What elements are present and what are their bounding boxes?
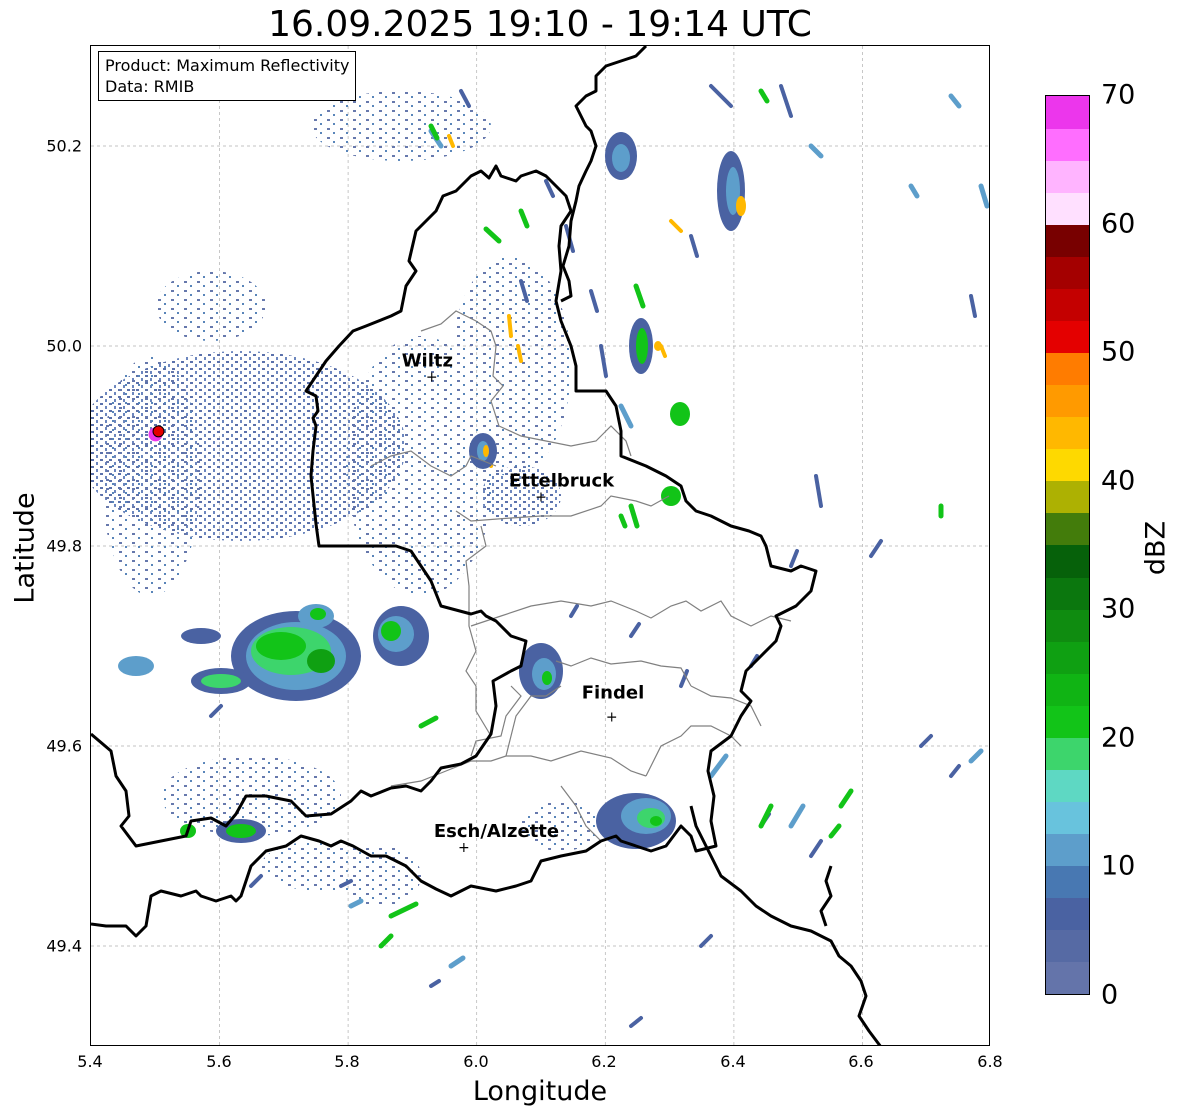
colorbar-swatch (1046, 256, 1089, 289)
colorbar-tick: 70 (1101, 79, 1136, 111)
colorbar-swatch (1046, 833, 1089, 867)
colorbar-swatch (1046, 160, 1089, 193)
city-label: Findel (582, 683, 645, 704)
y-tick: 49.8 (46, 536, 82, 556)
data-source-label: Data: RMIB (105, 77, 195, 96)
chart-title: 16.09.2025 19:10 - 19:14 UTC (268, 4, 812, 45)
x-tick: 5.4 (77, 1052, 103, 1071)
colorbar-swatch (1046, 320, 1089, 354)
colorbar-swatch (1046, 480, 1089, 514)
colorbar-swatch (1046, 961, 1089, 994)
gridlines (91, 46, 989, 1045)
colorbar-tick: 10 (1101, 850, 1136, 882)
colorbar-swatch (1046, 512, 1089, 546)
x-tick: 5.6 (206, 1052, 232, 1071)
colorbar-swatch (1046, 673, 1089, 706)
colorbar-swatch (1046, 737, 1089, 770)
colorbar-swatch (1046, 448, 1089, 482)
x-tick: 5.8 (334, 1052, 360, 1071)
colorbar-swatch (1046, 705, 1089, 738)
colorbar-tick: 30 (1101, 593, 1136, 625)
colorbar (1045, 95, 1090, 995)
colorbar-swatch (1046, 769, 1089, 803)
city-marker-icon: + (606, 710, 618, 726)
y-tick: 50.2 (46, 136, 82, 156)
colorbar-tick: 40 (1101, 465, 1136, 497)
colorbar-swatch (1046, 545, 1089, 578)
x-axis-label: Longitude (472, 1076, 608, 1107)
x-tick: 6.8 (977, 1052, 1003, 1071)
x-tick: 6.2 (591, 1052, 617, 1071)
colorbar-swatch (1046, 352, 1089, 386)
city-label: Esch/Alzette (434, 821, 559, 842)
colorbar-swatch (1046, 865, 1089, 899)
colorbar-swatch (1046, 288, 1089, 321)
colorbar-tick: 60 (1101, 208, 1136, 240)
colorbar-swatch (1046, 96, 1089, 129)
colorbar-label: dBZ (1140, 520, 1172, 576)
colorbar-swatch (1046, 577, 1089, 610)
city-label: Wiltz (402, 350, 453, 371)
x-tick: 6.6 (848, 1052, 874, 1071)
city-marker-icon: + (426, 369, 438, 385)
x-tick: 6.4 (720, 1052, 746, 1071)
y-tick: 50.0 (46, 336, 82, 356)
city-marker-icon: + (535, 489, 547, 505)
map-plot-area[interactable]: + Wiltz + Ettelbruck + Findel + Esch/Alzette (90, 45, 990, 1046)
radar-map: +Wiltz+Ettelbruck+Findel+Esch/Alzette (91, 46, 989, 1045)
city-marker-icon: + (458, 840, 470, 856)
y-axis-label: Latitude (9, 492, 41, 604)
colorbar-swatch (1046, 801, 1089, 835)
product-label: Product: Maximum Reflectivity (105, 56, 350, 75)
legend-box: Product: Maximum Reflectivity Data: RMIB (98, 51, 357, 101)
colorbar-tick: 20 (1101, 722, 1136, 754)
x-tick: 6.0 (463, 1052, 489, 1071)
colorbar-swatch (1046, 609, 1089, 642)
colorbar-swatch (1046, 416, 1089, 450)
colorbar-swatch (1046, 192, 1089, 225)
colorbar-swatch (1046, 897, 1089, 931)
colorbar-swatch (1046, 929, 1089, 963)
colorbar-swatch (1046, 128, 1089, 161)
colorbar-swatch (1046, 641, 1089, 674)
colorbar-tick: 50 (1101, 336, 1136, 368)
y-tick: 49.6 (46, 736, 82, 756)
y-tick: 49.4 (46, 936, 82, 956)
colorbar-tick: 0 (1101, 979, 1119, 1011)
colorbar-swatch (1046, 384, 1089, 418)
colorbar-swatch (1046, 224, 1089, 257)
city-label: Ettelbruck (509, 470, 615, 491)
